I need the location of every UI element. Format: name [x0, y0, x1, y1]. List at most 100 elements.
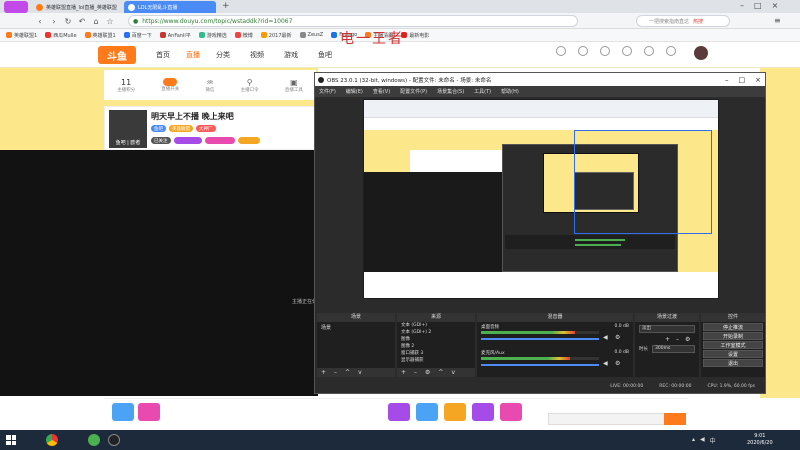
source-item[interactable]: 窗口捕获 3 — [397, 350, 475, 357]
menu-icon[interactable]: ≡ — [774, 16, 781, 25]
menu-file[interactable]: 文件(F) — [319, 88, 336, 95]
gear-icon[interactable]: ⚙ — [615, 334, 620, 341]
message-icon[interactable] — [622, 46, 632, 56]
bookmark-item[interactable]: 西瓜Mulle — [45, 32, 77, 39]
reload-icon[interactable]: ↻ — [62, 15, 74, 27]
source-item[interactable]: 文本 (GDI+) 2 — [397, 329, 475, 336]
bookmark-item[interactable]: 百度一下 — [123, 32, 152, 39]
streamer-tag[interactable]: 鱼吧 — [151, 125, 166, 132]
follow-button[interactable]: 已关注 — [151, 137, 171, 144]
move-down-icon[interactable]: v — [451, 369, 455, 376]
speaker-icon[interactable]: ◀ — [603, 334, 608, 341]
start-recording-button[interactable]: 开始录制 — [703, 332, 763, 340]
speaker-icon[interactable]: ◀ — [603, 360, 608, 367]
search-box[interactable]: 一把搜索指南直达 热搜 — [636, 15, 730, 27]
move-up-icon[interactable]: ^ — [438, 369, 443, 376]
bookmark-item[interactable]: ZeusZ — [299, 32, 323, 38]
menu-view[interactable]: 查看(V) — [373, 88, 390, 95]
menu-edit[interactable]: 编辑(E) — [346, 88, 363, 95]
remove-icon[interactable]: – — [676, 336, 679, 343]
new-tab-button[interactable]: + — [222, 1, 230, 11]
volume-slider[interactable] — [481, 364, 599, 366]
tools-icon[interactable]: ▣ 直播工具 — [285, 78, 303, 93]
browser-360-icon[interactable] — [88, 434, 100, 446]
menu-tools[interactable]: 工具(T) — [474, 88, 491, 95]
volume-slider[interactable] — [481, 338, 599, 340]
move-up-icon[interactable]: ^ — [345, 369, 350, 376]
gift-item[interactable] — [444, 403, 466, 421]
taskbar-clock[interactable]: 9:01 2020/6/20 — [747, 433, 773, 447]
nav-game[interactable]: 游戏 — [284, 50, 298, 60]
nav-live[interactable]: 直播 — [186, 50, 200, 60]
gift-item[interactable] — [112, 403, 134, 421]
gift-item[interactable] — [416, 403, 438, 421]
bookmark-item[interactable]: 游戏精选 — [198, 32, 227, 39]
history-icon[interactable] — [556, 46, 566, 56]
gift-item[interactable] — [472, 403, 494, 421]
bookmark-item[interactable]: 英雄联盟1 — [6, 32, 37, 39]
send-button[interactable] — [664, 413, 686, 425]
nav-home[interactable]: 首页 — [156, 50, 170, 60]
menu-profile[interactable]: 配置文件(P) — [400, 88, 427, 95]
menu-scene-collection[interactable]: 场景集合(S) — [437, 88, 464, 95]
move-down-icon[interactable]: v — [358, 369, 362, 376]
home-icon[interactable]: ⌂ — [90, 15, 102, 27]
transition-type[interactable]: 淡出 — [639, 325, 695, 333]
settings-button[interactable]: 设置 — [703, 350, 763, 358]
gift-item[interactable] — [500, 403, 522, 421]
obs-preview[interactable] — [363, 99, 719, 299]
video-player[interactable]: 主播正在休息 — [0, 150, 322, 396]
undo-icon[interactable]: ↶ — [76, 15, 88, 27]
studio-mode-button[interactable]: 工作室模式 — [703, 341, 763, 349]
bookmark-item[interactable]: 2017最新 — [260, 32, 292, 39]
add-icon[interactable]: + — [321, 369, 326, 376]
password-icon[interactable]: ⚲ 主播口令 — [241, 78, 259, 93]
add-icon[interactable]: + — [401, 369, 406, 376]
gear-icon[interactable]: ⚙ — [685, 336, 690, 343]
gear-icon[interactable]: ⚙ — [425, 369, 430, 376]
duration-field[interactable]: 300ms — [652, 345, 695, 353]
nav-category[interactable]: 分类 — [216, 50, 230, 60]
stop-streaming-button[interactable]: 停止推流 — [703, 323, 763, 331]
bookmark-item[interactable]: 英雄联盟1 — [84, 32, 116, 39]
language-indicator[interactable]: 中 — [710, 436, 716, 445]
nav-fishbar[interactable]: 鱼吧 — [318, 50, 332, 60]
close-icon[interactable]: × — [772, 1, 779, 10]
chat-input[interactable] — [548, 413, 680, 425]
task-icon[interactable] — [644, 46, 654, 56]
wechat-icon[interactable]: ♒ 微信 — [205, 78, 214, 93]
app-icon[interactable] — [666, 46, 676, 56]
remove-icon[interactable]: – — [414, 369, 417, 376]
back-icon[interactable]: ‹ — [34, 15, 46, 27]
remove-icon[interactable]: – — [334, 369, 337, 376]
add-icon[interactable]: + — [665, 336, 670, 343]
follow-icon[interactable] — [578, 46, 588, 56]
browser-logo[interactable] — [4, 1, 28, 13]
gear-icon[interactable]: ⚙ — [615, 360, 620, 367]
gift-item[interactable] — [388, 403, 410, 421]
maximize-icon[interactable]: □ — [739, 76, 746, 84]
obs-icon[interactable] — [108, 434, 120, 446]
minimize-icon[interactable]: – — [725, 76, 729, 84]
exit-button[interactable]: 退出 — [703, 359, 763, 367]
bookmark-item[interactable]: 最新电影 — [401, 32, 429, 39]
gift-item[interactable] — [138, 403, 160, 421]
download-icon[interactable] — [600, 46, 610, 56]
category-tag[interactable]: 大神厂 — [196, 125, 216, 132]
volume-icon[interactable]: ◀ — [700, 436, 705, 445]
minimize-icon[interactable]: – — [740, 1, 744, 10]
chrome-icon[interactable] — [46, 434, 58, 446]
tab-1[interactable]: 英雄联盟直播_lol直播_英雄联盟 — [32, 1, 120, 13]
network-icon[interactable]: ▴ — [692, 436, 695, 445]
star-icon[interactable]: ☆ — [104, 15, 116, 27]
close-icon[interactable]: × — [755, 76, 761, 84]
douyu-logo[interactable]: 斗鱼 — [98, 46, 136, 64]
live-switch-icon[interactable]: 直播开关 — [161, 78, 179, 92]
address-bar[interactable]: ● https://www.douyu.com/topic/wstaddk?ri… — [128, 15, 578, 27]
level-badge[interactable]: 11 主播积分 — [117, 78, 135, 93]
maximize-icon[interactable]: □ — [754, 1, 762, 10]
source-item[interactable]: 显示器捕获 — [397, 357, 475, 364]
streamer-avatar[interactable]: 鱼吧 | 欧者 — [109, 110, 147, 148]
nav-video[interactable]: 视频 — [250, 50, 264, 60]
forward-icon[interactable]: › — [48, 15, 60, 27]
